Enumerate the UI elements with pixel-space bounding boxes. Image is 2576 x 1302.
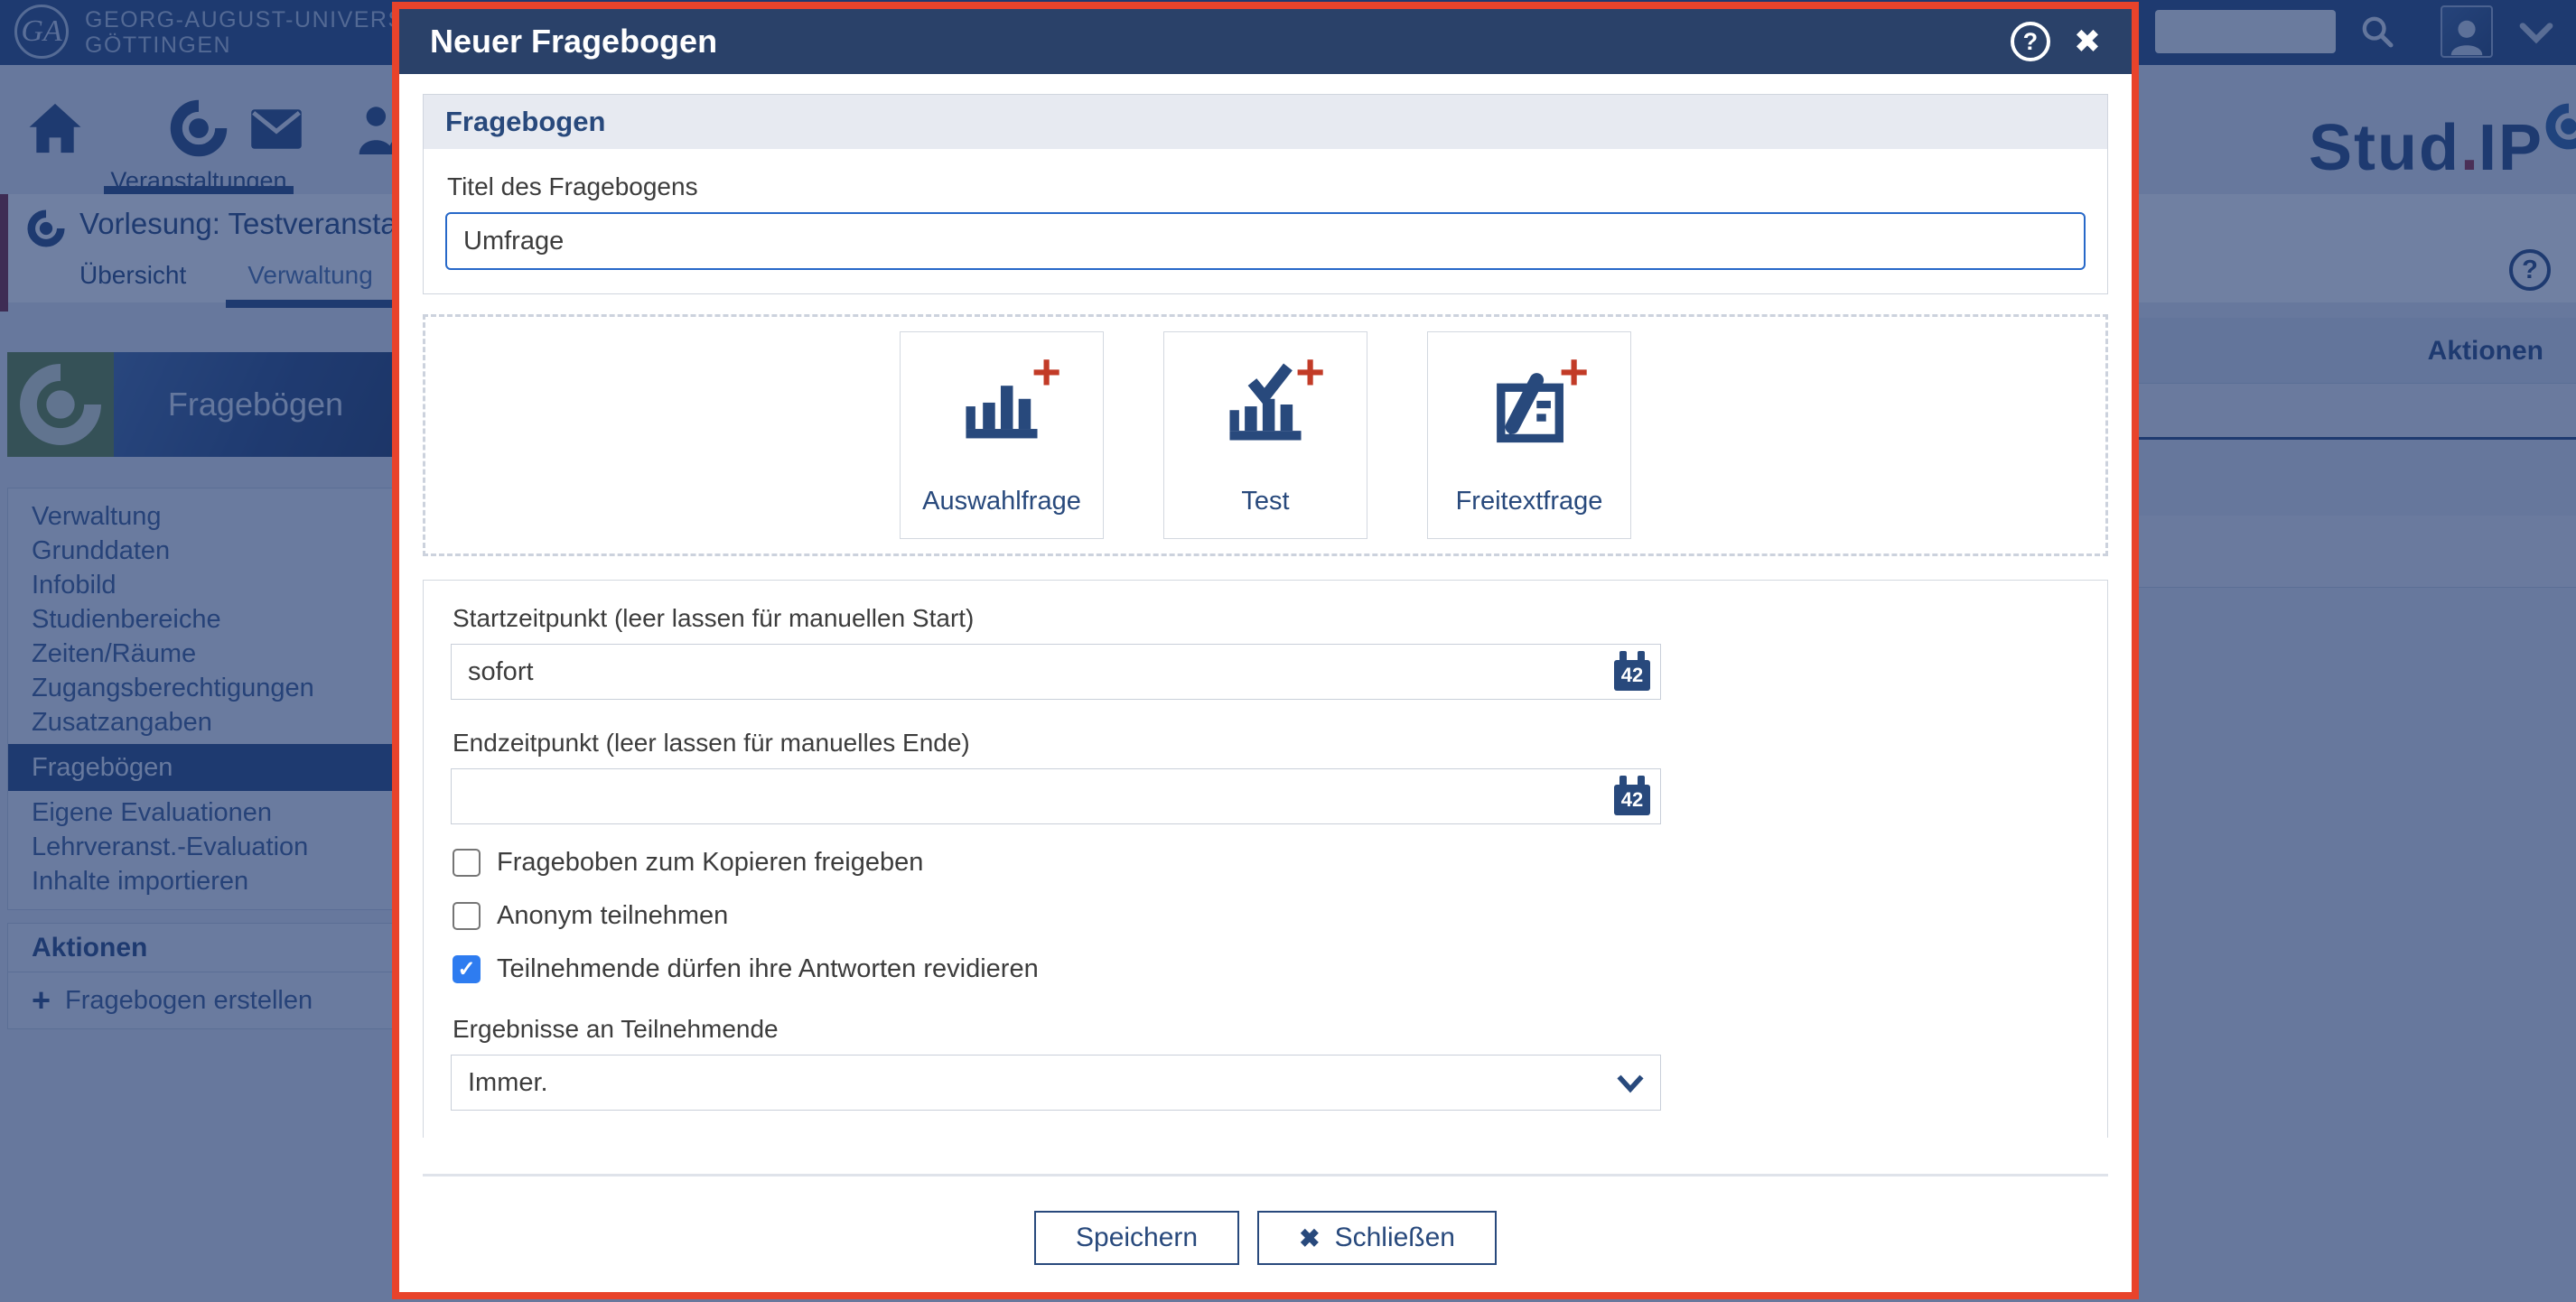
start-calendar-icon[interactable]: 42: [1614, 651, 1650, 693]
end-datetime-input[interactable]: [451, 768, 1661, 824]
test-button[interactable]: + Test: [1163, 331, 1367, 539]
checkbox-row-anonymous[interactable]: Anonym teilnehmen: [453, 901, 2080, 931]
neuer-fragebogen-dialog: Neuer Fragebogen ? ✖ Fragebogen Titel de…: [392, 2, 2139, 1299]
title-field-label: Titel des Fragebogens: [447, 172, 2086, 201]
results-select-value: Immer.: [468, 1068, 548, 1098]
checkbox-revise-answers[interactable]: ✓: [453, 955, 481, 983]
dialog-titlebar: Neuer Fragebogen ? ✖: [399, 9, 2132, 74]
freitextfrage-label: Freitextfrage: [1456, 487, 1603, 516]
dialog-title: Neuer Fragebogen: [430, 23, 2011, 60]
checkbox-row-revise-answers[interactable]: ✓ Teilnehmende dürfen ihre Antworten rev…: [453, 954, 2080, 984]
save-button[interactable]: Speichern: [1034, 1211, 1239, 1265]
end-calendar-icon[interactable]: 42: [1614, 776, 1650, 817]
select-chevron-icon: [1617, 1072, 1644, 1100]
auswahlfrage-chart-icon: +: [955, 358, 1049, 451]
checkbox-anonymous-label: Anonym teilnehmen: [497, 901, 728, 931]
plus-icon: +: [1295, 347, 1325, 397]
test-label: Test: [1241, 487, 1289, 516]
footer-divider: [423, 1174, 2108, 1176]
checkbox-revise-answers-label: Teilnehmende dürfen ihre Antworten revid…: [497, 954, 1039, 984]
fragebogen-section-header: Fragebogen: [424, 95, 2107, 149]
dialog-help-icon[interactable]: ?: [2011, 22, 2050, 61]
close-x-icon: ✖: [1299, 1223, 1320, 1253]
screen: GA GEORG-AUGUST-UNIVERSITÄT GÖTTINGEN: [0, 0, 2576, 1302]
fragebogen-section: Fragebogen Titel des Fragebogens: [423, 94, 2108, 294]
test-chart-check-icon: +: [1218, 358, 1312, 451]
close-button[interactable]: ✖ Schließen: [1257, 1211, 1497, 1265]
title-input[interactable]: [445, 212, 2086, 270]
dialog-footer: Speichern ✖ Schließen: [399, 1138, 2132, 1292]
freitextfrage-pencil-icon: +: [1482, 358, 1576, 451]
plus-icon: +: [1031, 347, 1061, 397]
dialog-body: Fragebogen Titel des Fragebogens: [399, 74, 2132, 1138]
results-select[interactable]: Immer.: [451, 1055, 1661, 1111]
checkbox-copy-share[interactable]: [453, 849, 481, 877]
save-button-label: Speichern: [1076, 1223, 1198, 1253]
results-field-label: Ergebnisse an Teilnehmende: [453, 1015, 2080, 1044]
plus-icon: +: [1559, 347, 1589, 397]
dialog-close-icon[interactable]: ✖: [2074, 25, 2101, 58]
checkbox-anonymous[interactable]: [453, 902, 481, 930]
end-field-label: Endzeitpunkt (leer lassen für manuelles …: [453, 729, 2080, 758]
settings-section: Startzeitpunkt (leer lassen für manuelle…: [423, 580, 2108, 1138]
start-field-label: Startzeitpunkt (leer lassen für manuelle…: [453, 604, 2080, 633]
auswahlfrage-label: Auswahlfrage: [922, 487, 1081, 516]
close-button-label: Schließen: [1335, 1223, 1455, 1253]
start-datetime-input[interactable]: [451, 644, 1661, 700]
checkbox-copy-share-label: Frageboben zum Kopieren freigeben: [497, 848, 923, 878]
freitextfrage-button[interactable]: + Freitextfrage: [1427, 331, 1631, 539]
question-type-dropzone: + Auswahlfrage +: [423, 314, 2108, 556]
auswahlfrage-button[interactable]: + Auswahlfrage: [900, 331, 1104, 539]
checkbox-row-copy-share[interactable]: Frageboben zum Kopieren freigeben: [453, 848, 2080, 878]
